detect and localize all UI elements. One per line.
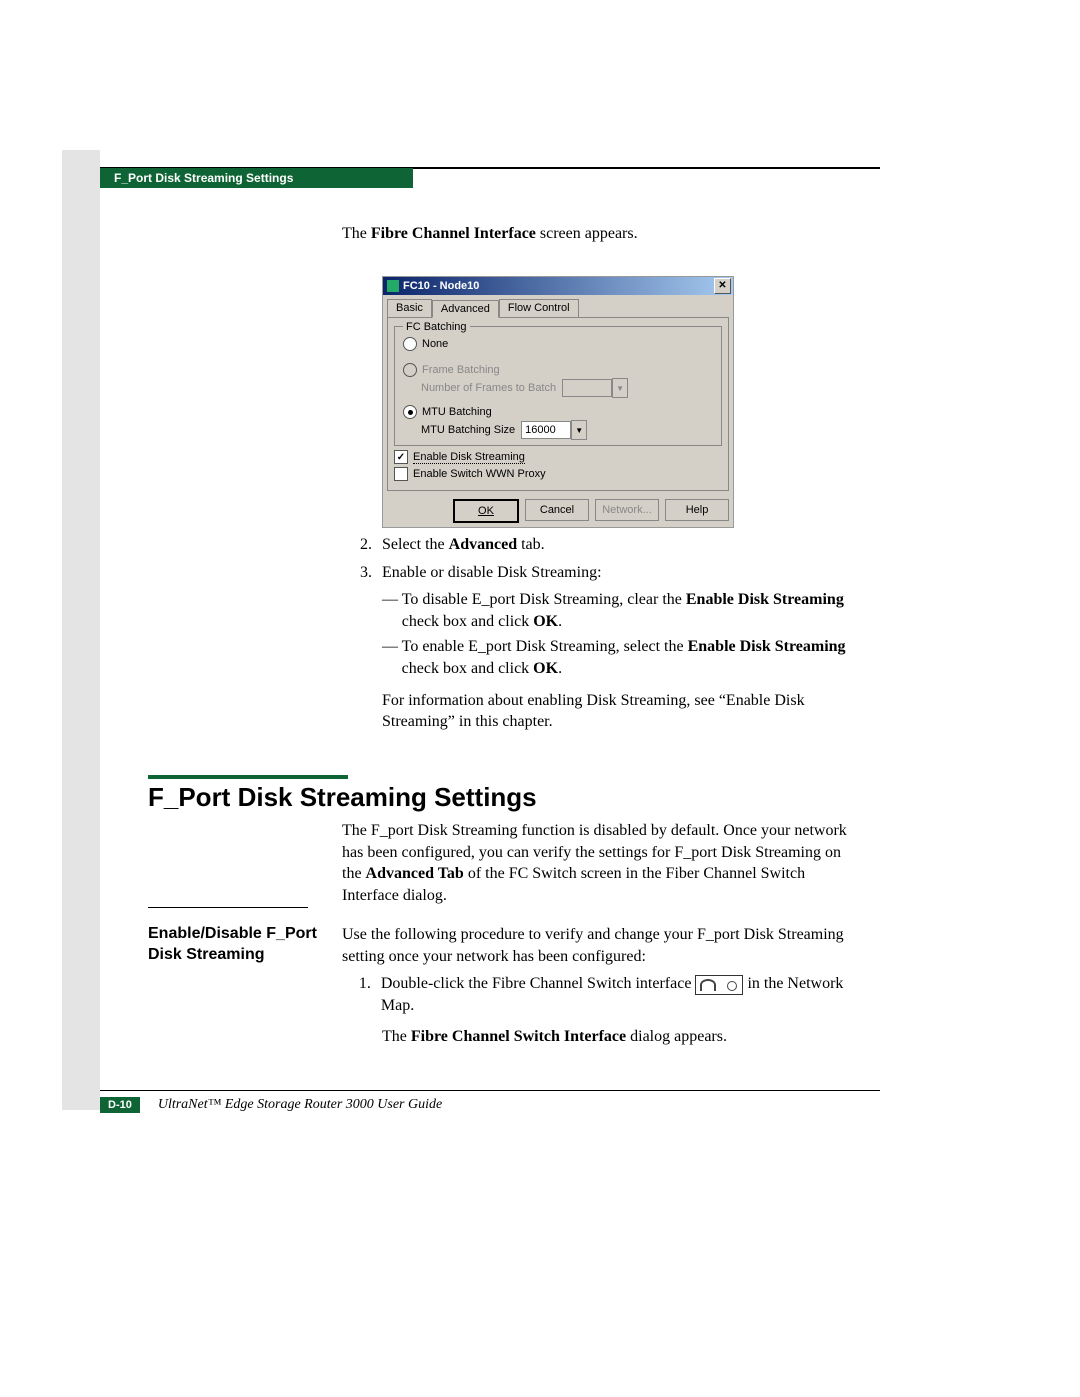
cb-disk-label: Enable Disk Streaming [413,451,525,464]
cb-disk-row[interactable]: ✓ Enable Disk Streaming [394,450,722,464]
ok-button[interactable]: OK [453,499,519,523]
app-icon [387,280,399,292]
subsection-rule [148,907,308,908]
dialog-titlebar: FC10 - Node10 ✕ [383,277,733,295]
mtu-dd-value: 16000 [521,421,571,439]
page-shadow [62,150,100,1110]
dash-bullet: — [382,636,402,679]
section-heading: F_Port Disk Streaming Settings [148,782,537,813]
dialog-tabs: Basic Advanced Flow Control [383,295,733,317]
fc-switch-interface-icon [695,975,743,995]
subsection-body: Use the following procedure to verify an… [342,924,862,1048]
header-tab-label: F_Port Disk Streaming Settings [114,171,293,185]
section-rule [148,775,348,779]
mtu-sub-label: MTU Batching Size [421,424,515,436]
dash2-text: To enable E_port Disk Streaming, select … [402,636,862,679]
cb-wwn-label: Enable Switch WWN Proxy [413,468,546,480]
dash1-text: To disable E_port Disk Streaming, clear … [402,589,862,632]
chevron-down-icon[interactable]: ▼ [571,420,587,440]
intro-prefix: The [342,225,371,242]
intro-bold: Fibre Channel Interface [371,225,536,242]
help-button[interactable]: Help [665,499,729,521]
section-body: The F_port Disk Streaming function is di… [342,820,862,906]
close-icon[interactable]: ✕ [714,278,731,294]
cancel-button[interactable]: Cancel [525,499,589,521]
radio-frame-label: Frame Batching [422,364,500,376]
step2-text: Select the Advanced tab. [382,534,545,556]
page-footer: D-10 UltraNet™ Edge Storage Router 3000 … [100,1090,880,1113]
info-para: For information about enabling Disk Stre… [382,690,862,733]
frame-dropdown: ▼ [562,379,628,397]
dash-bullet: — [382,589,402,632]
frame-subrow: Number of Frames to Batch ▼ [421,379,713,397]
frame-dd-value [562,379,612,397]
radio-mtu-label: MTU Batching [422,406,492,418]
dialog-panel: FC Batching None Frame Batching Number o… [387,317,729,491]
step-number: 3. [342,562,382,584]
cb-wwn-row[interactable]: Enable Switch WWN Proxy [394,467,722,481]
network-button: Network... [595,499,659,521]
frame-sub-label: Number of Frames to Batch [421,382,556,394]
sub-lead: Use the following procedure to verify an… [342,924,862,967]
dialog-buttons: OK Cancel Network... Help [383,495,733,527]
fc-batching-fieldset: FC Batching None Frame Batching Number o… [394,326,722,446]
tab-advanced[interactable]: Advanced [432,300,499,318]
step-number: 1. [342,973,381,1016]
step3-text: Enable or disable Disk Streaming: [382,562,602,584]
sub-after: The Fibre Channel Switch Interface dialo… [382,1026,862,1048]
cb-wwn[interactable] [394,467,408,481]
radio-mtu[interactable] [403,405,417,419]
sub-step1: Double-click the Fibre Channel Switch in… [381,973,862,1016]
cb-disk[interactable]: ✓ [394,450,408,464]
subsection-heading: Enable/Disable F_Port Disk Streaming [148,924,318,966]
radio-none[interactable] [403,337,417,351]
header-tab: F_Port Disk Streaming Settings [100,168,413,188]
radio-mtu-row[interactable]: MTU Batching [403,405,713,419]
radio-frame-row: Frame Batching [403,363,713,377]
radio-frame [403,363,417,377]
intro-suffix: screen appears. [536,225,638,242]
radio-none-row[interactable]: None [403,337,713,351]
mtu-dropdown[interactable]: 16000 ▼ [521,421,587,439]
fieldset-legend: FC Batching [403,321,470,333]
page: F_Port Disk Streaming Settings The Fibre… [0,0,1080,1397]
chevron-down-icon: ▼ [612,378,628,398]
tab-basic[interactable]: Basic [387,299,432,317]
steps-block: 2.Select the Advanced tab. 3.Enable or d… [342,528,862,733]
tab-flow-control[interactable]: Flow Control [499,299,579,317]
footer-title: UltraNet™ Edge Storage Router 3000 User … [158,1097,442,1113]
radio-none-label: None [422,338,448,350]
intro-text: The Fibre Channel Interface screen appea… [342,225,852,243]
mtu-subrow: MTU Batching Size 16000 ▼ [421,421,713,439]
page-number: D-10 [100,1097,140,1113]
step-number: 2. [342,534,382,556]
fc-dialog: FC10 - Node10 ✕ Basic Advanced Flow Cont… [382,276,734,528]
dialog-title: FC10 - Node10 [403,280,479,292]
